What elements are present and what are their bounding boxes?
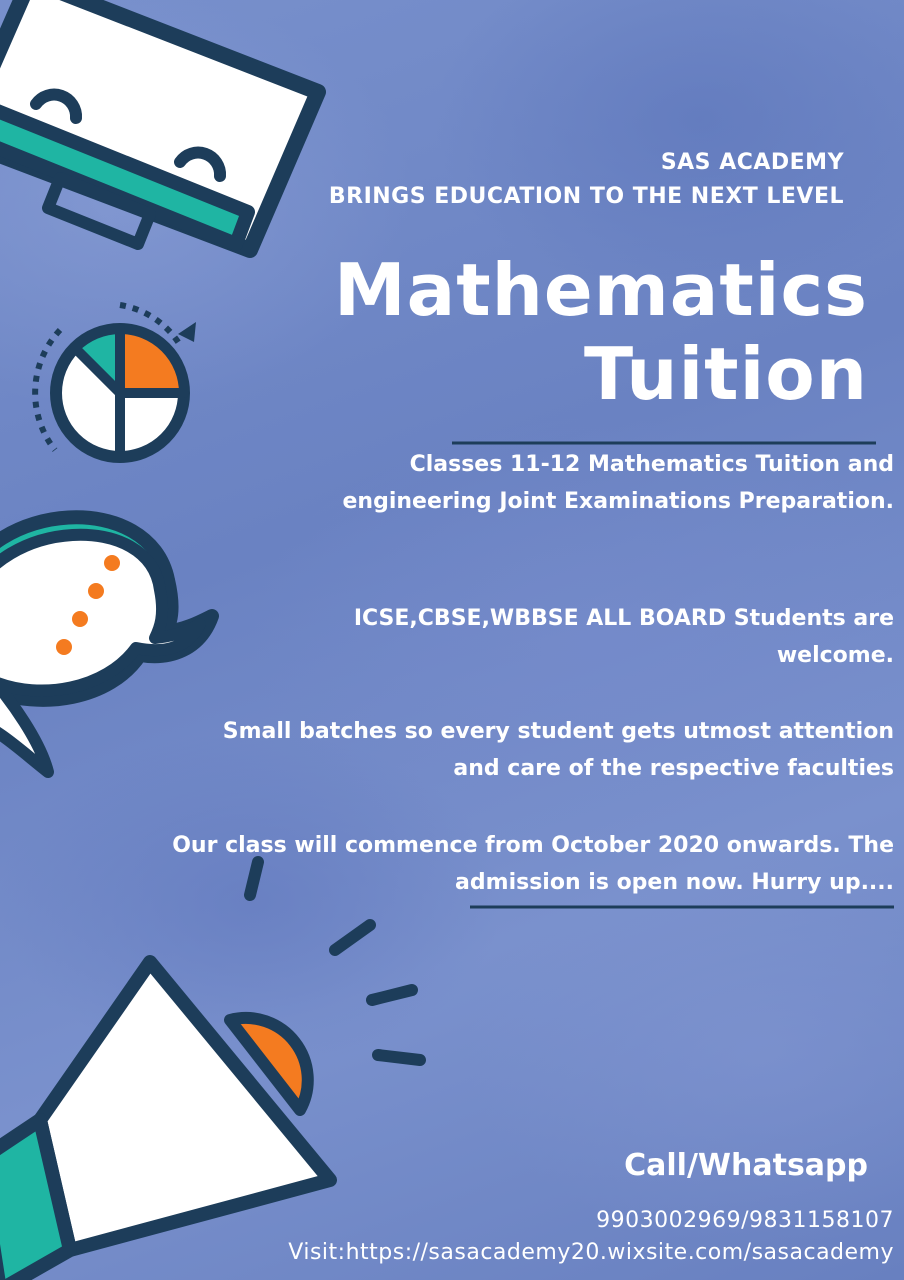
megaphone-icon (0, 856, 426, 1280)
website-link[interactable]: Visit:https://sasacademy20.wixsite.com/s… (288, 1238, 894, 1268)
brand-name: SAS ACADEMY (660, 150, 844, 175)
pie-chart-icon (32, 302, 196, 463)
batches-paragraph: Small batches so every student gets utmo… (222, 719, 894, 781)
title-line-2: Tuition (584, 332, 868, 416)
classes-paragraph: Classes 11-12 Mathematics Tuition and en… (342, 452, 894, 514)
brand-tagline: BRINGS EDUCATION TO THE NEXT LEVEL (328, 184, 844, 209)
contact-label: Call/Whatsapp (624, 1148, 868, 1183)
speech-bubble-icon (0, 510, 219, 778)
title-line-1: Mathematics (334, 248, 868, 332)
boards-paragraph: ICSE,CBSE,WBBSE ALL BOARD Students are w… (353, 606, 894, 668)
academy-heading: SAS ACADEMY BRINGS EDUCATION TO THE NEXT… (329, 146, 844, 214)
phone-numbers: 9903002969/9831158107 (596, 1208, 894, 1233)
presentation-board-icon (0, 0, 326, 258)
commence-paragraph: Our class will commence from October 202… (172, 833, 894, 895)
page-title: Mathematics Tuition (334, 248, 868, 416)
